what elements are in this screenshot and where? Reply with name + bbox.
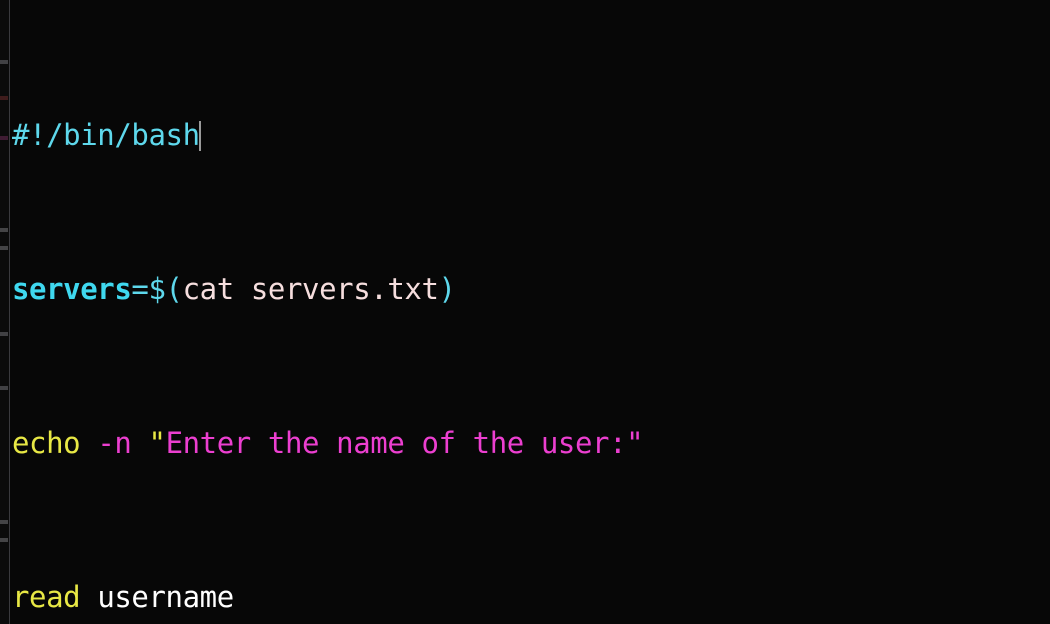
- code-line-3[interactable]: echo -n "Enter the name of the user:": [12, 424, 1050, 463]
- gutter-mark: [0, 228, 8, 232]
- token-quote-open: ": [148, 425, 166, 460]
- gutter-mark: [0, 538, 8, 542]
- gutter-mark: [0, 96, 8, 100]
- token-subshell-command: cat servers.txt: [182, 271, 439, 306]
- gutter-mark: [0, 520, 8, 524]
- gutter-mark: [0, 332, 8, 336]
- token-subshell-open: $(: [148, 271, 183, 306]
- token-variable-name: servers: [12, 271, 132, 306]
- gutter-mark: [0, 386, 8, 390]
- token-string: Enter the name of the user:": [165, 425, 644, 460]
- gutter-mark: [0, 136, 8, 140]
- token-argument: username: [97, 579, 234, 614]
- token-command-read: read: [12, 579, 81, 614]
- code-content[interactable]: #!/bin/bash servers=$(cat servers.txt) e…: [12, 0, 1050, 624]
- code-line-4[interactable]: read username: [12, 578, 1050, 617]
- gutter-mark: [0, 246, 8, 250]
- token-subshell-close: ): [438, 271, 456, 306]
- text-caret: [198, 120, 201, 151]
- editor-gutter-minimap[interactable]: [0, 0, 10, 624]
- gutter-mark: [0, 60, 8, 64]
- token-command-echo: echo: [12, 425, 81, 460]
- token-flag: -n: [97, 425, 132, 460]
- code-editor[interactable]: #!/bin/bash servers=$(cat servers.txt) e…: [0, 0, 1050, 624]
- token-shebang: #!/bin/bash: [12, 117, 200, 152]
- code-line-1[interactable]: #!/bin/bash: [12, 116, 1050, 155]
- token-assign-operator: =: [131, 271, 149, 306]
- code-line-2[interactable]: servers=$(cat servers.txt): [12, 270, 1050, 309]
